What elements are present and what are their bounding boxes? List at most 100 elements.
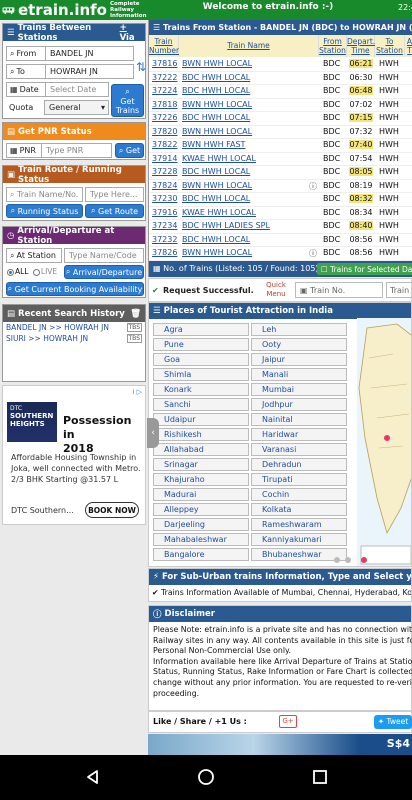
tourist-place-link[interactable]: Ooty (251, 338, 347, 351)
tourist-place-link[interactable]: Cochin (251, 488, 347, 501)
train-name-cell[interactable]: BWN HWH LOCAL (182, 248, 252, 257)
station-input[interactable]: Type Name/Code (65, 249, 143, 262)
tourist-place-link[interactable]: Madurai (153, 488, 249, 501)
tourist-place-link[interactable]: Rishikesh (153, 428, 249, 441)
tourist-place-link[interactable]: Kanniyakumari (251, 533, 347, 546)
train-number-cell[interactable]: 37224 (152, 86, 177, 95)
ad-banner[interactable]: S$4 (148, 734, 412, 755)
tourist-place-link[interactable]: Pune (153, 338, 249, 351)
train-name-cell[interactable]: BDC HWH LOCAL (182, 235, 250, 244)
table-row[interactable]: 37230 BDC HWH LOCAL BDC 08:32 HWH (149, 193, 412, 207)
to-field[interactable]: ⌕ To HOWRAH JN (6, 64, 134, 79)
tourist-place-link[interactable]: Rameshwaram (251, 518, 347, 531)
date-input[interactable]: Select Date (45, 83, 108, 96)
get-trains-button[interactable]: ⌕ Get Trains (111, 84, 144, 117)
train-name-cell[interactable]: BDC HWH LOCAL (182, 86, 250, 95)
advertisement[interactable]: i ▷ DTC SOUTHERN HEIGHTS Possession in 2… (2, 385, 146, 525)
train-name-cell[interactable]: BWN HWH LOCAL (182, 127, 252, 136)
history-item[interactable]: BANDEL JN >> HOWRAH JN TBS (3, 322, 145, 333)
train-number-cell[interactable]: 37916 (152, 208, 177, 217)
table-row[interactable]: 37822 BWN HWH FAST BDC 07:40 HWH (149, 139, 412, 153)
train-name-cell[interactable]: BDC HWH LOCAL (182, 167, 250, 176)
arrival-departure-button[interactable]: ⌕ Arrival/Departure (64, 265, 144, 279)
table-row[interactable]: 37226 BDC HWH LOCAL BDC 07:15 HWH (149, 112, 412, 126)
via-link[interactable]: + Via (120, 23, 141, 43)
date-field[interactable]: ▦ Date Select Date (6, 82, 109, 97)
tourist-place-link[interactable]: Leh (251, 323, 347, 336)
from-input[interactable]: BANDEL JN (45, 47, 133, 60)
tourist-place-link[interactable]: Tirupati (251, 473, 347, 486)
booking-availability-button[interactable]: ⌕ Get Current Booking Availability (6, 282, 144, 296)
trash-icon[interactable]: 🗑 (130, 309, 141, 319)
tourist-place-link[interactable]: Jodhpur (251, 398, 347, 411)
train-name-cell[interactable]: BDC HWH LOCAL (182, 113, 250, 122)
train-number-cell[interactable]: 37234 (152, 221, 177, 230)
col-from-station[interactable]: From Station (319, 35, 347, 57)
train-name-cell[interactable]: KWAE HWH LOCAL (182, 208, 256, 217)
table-row[interactable]: 37222 BDC HWH LOCAL BDC 06:30 HWH (149, 72, 412, 85)
train-number-cell[interactable]: 37226 (152, 113, 177, 122)
running-status-button[interactable]: ⌕ Running Status (6, 204, 83, 218)
logo[interactable]: etrain.info Complete Railway Information (2, 1, 147, 19)
train-no-input[interactable]: ▣ Train No. (295, 282, 383, 298)
table-row[interactable]: 37234 BDC HWH LADIES SPL BDC 08:40 HWH (149, 220, 412, 234)
table-row[interactable]: 37914 KWAE HWH LOCAL BDC 07:54 HWH (149, 153, 412, 166)
train-number-cell[interactable]: 37818 (152, 100, 177, 109)
collapse-side-tab[interactable]: ‹ (147, 418, 159, 448)
tourist-place-link[interactable]: Darjeeling (153, 518, 249, 531)
quota-field[interactable]: Quota General ▾ (6, 100, 109, 115)
train-name-cell[interactable]: BDC HWH LOCAL (182, 73, 250, 82)
train-number-cell[interactable]: 37914 (152, 154, 177, 163)
tourist-place-link[interactable]: Bangalore (153, 548, 249, 561)
carousel-dot[interactable] (345, 557, 351, 563)
table-row[interactable]: 37818 BWN HWH LOCAL BDC 07:02 HWH (149, 99, 412, 112)
recents-icon[interactable] (311, 768, 329, 786)
table-row[interactable]: 37228 BDC HWH LOCAL BDC 08:05 HWH (149, 166, 412, 180)
tourist-place-link[interactable]: Varanasi (251, 443, 347, 456)
get-route-button[interactable]: ⌕ Get Route (85, 204, 144, 218)
train-name-cell[interactable]: BWN HWH LOCAL (182, 181, 252, 190)
train-type-field[interactable]: Type Here... (85, 187, 144, 202)
pnr-field[interactable]: ▦ PNR Type PNR (6, 143, 112, 158)
table-row[interactable]: 37820 BWN HWH LOCAL BDC 07:32 HWH (149, 126, 412, 139)
radio-live[interactable] (32, 268, 40, 276)
history-item[interactable]: SIURI >> HOWRAH JN TBS (3, 333, 145, 344)
tourist-place-link[interactable]: Goa (153, 353, 249, 366)
train-number-cell[interactable]: 37816 (152, 59, 177, 68)
col-arrival-time[interactable]: A T (405, 35, 412, 57)
train-number-cell[interactable]: 37222 (152, 73, 177, 82)
train-select[interactable]: Train (386, 282, 412, 298)
google-plus-button[interactable]: G+ (279, 715, 297, 728)
quota-select[interactable]: General ▾ (44, 100, 109, 115)
tourist-place-link[interactable]: Dehradun (251, 458, 347, 471)
train-number-cell[interactable]: 37824 (152, 181, 177, 190)
col-to-station[interactable]: To Station (375, 35, 405, 57)
carousel-dot-active[interactable] (361, 557, 367, 563)
selected-date-button[interactable]: ☐ Trains for Selected Da (317, 263, 412, 275)
train-name-field[interactable]: ⌕ Train Name/No. (6, 187, 83, 202)
tourist-place-link[interactable]: Shimla (153, 368, 249, 381)
tbs-tag[interactable]: TBS (126, 323, 142, 332)
from-field[interactable]: ⌕ From BANDEL JN (6, 46, 134, 61)
pnr-input[interactable]: Type PNR (41, 144, 111, 157)
col-train-name[interactable]: Train Name (179, 35, 319, 57)
train-number-cell[interactable]: 37232 (152, 235, 177, 244)
tourist-place-link[interactable]: Alleppey (153, 503, 249, 516)
train-name-input[interactable]: Train Name/No. (17, 190, 78, 199)
table-row[interactable]: 37224 BDC HWH LOCAL BDC 06:48 HWH (149, 85, 412, 99)
table-row[interactable]: 37232 BDC HWH LOCAL BDC 08:56 HWH (149, 234, 412, 247)
tourist-place-link[interactable]: Nainital (251, 413, 347, 426)
col-train-number[interactable]: Train Number (149, 35, 179, 57)
table-row[interactable]: 37816 BWN HWH LOCAL BDC 06:21 HWH (149, 58, 412, 72)
train-name-cell[interactable]: BDC HWH LADIES SPL (182, 221, 270, 230)
train-number-cell[interactable]: 37230 (152, 194, 177, 203)
table-row[interactable]: 37916 KWAE HWH LOCAL BDC 08:34 HWH (149, 207, 412, 220)
train-number-cell[interactable]: 37826 (152, 248, 177, 257)
train-number-cell[interactable]: 37820 (152, 127, 177, 136)
tourist-place-link[interactable]: Konark (153, 383, 249, 396)
to-input[interactable]: HOWRAH JN (45, 65, 133, 78)
tourist-place-link[interactable]: Manali (251, 368, 347, 381)
tourist-place-link[interactable]: Udaipur (153, 413, 249, 426)
tweet-button[interactable]: ✦ Tweet (374, 715, 412, 729)
col-depart-time[interactable]: Depart. Time (347, 35, 375, 57)
